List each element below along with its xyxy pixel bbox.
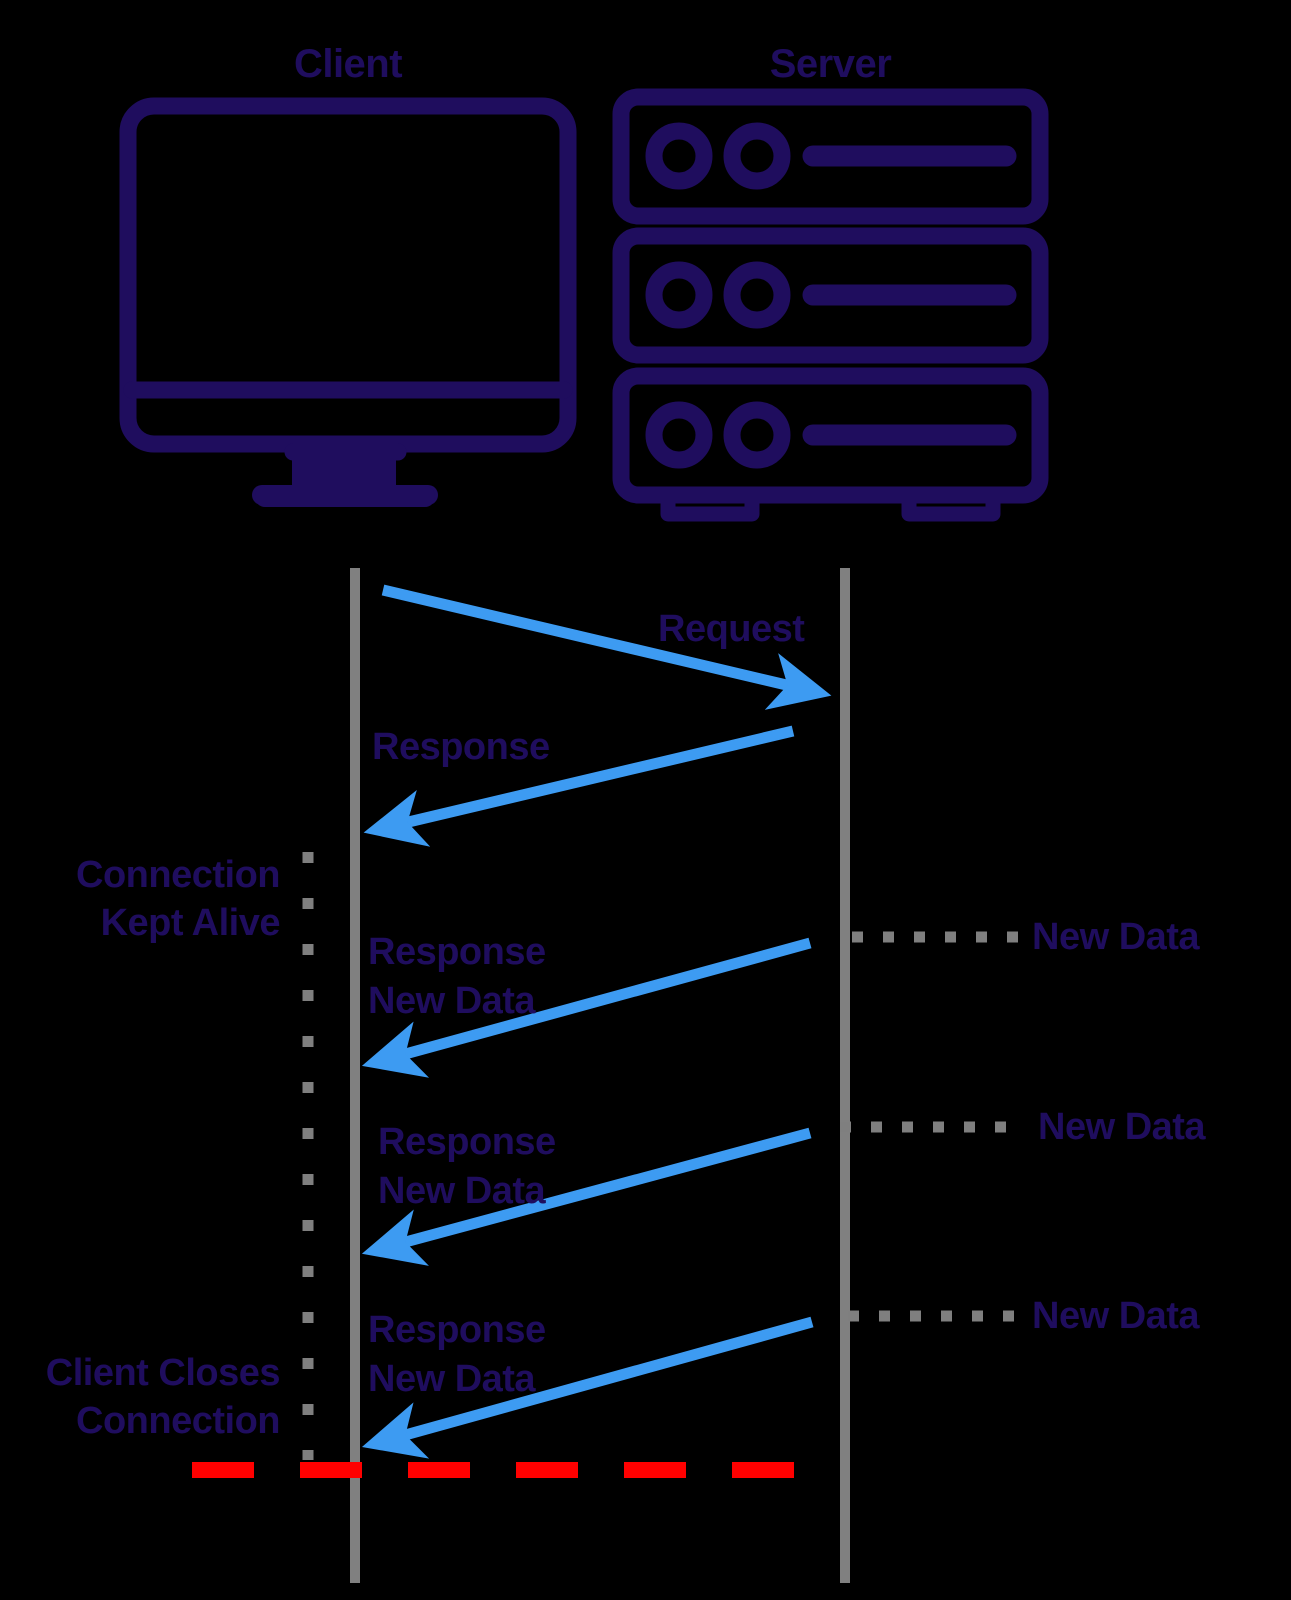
message-label-response-1: Response [372,726,550,768]
message-label-request: Request [658,608,805,650]
client-monitor-icon [119,97,577,505]
new-data-label-3: New Data [1032,1295,1200,1337]
message-label-response-2: Response New Data [368,931,546,1022]
annotation-client-closes-connection-line2: Connection [76,1400,280,1442]
diagram-canvas: Client Server Request Response Response … [0,0,1291,1600]
annotation-connection-kept-alive-line2: Kept Alive [100,902,281,944]
annotation-connection-kept-alive-line1: Connection [76,854,280,896]
server-stack-icon [612,88,1049,504]
new-data-label-2: New Data [1038,1106,1206,1148]
message-label-response-3: Response New Data [378,1121,556,1212]
annotation-client-closes-connection-line1: Client Closes [45,1352,281,1394]
page-title-client: Client [293,42,403,86]
client-monitor-stand [255,444,435,507]
message-label-response-4: Response New Data [368,1309,546,1400]
new-data-connectors [840,931,1022,1322]
new-data-label-1: New Data [1032,916,1200,958]
page-title-server: Server [769,42,892,86]
